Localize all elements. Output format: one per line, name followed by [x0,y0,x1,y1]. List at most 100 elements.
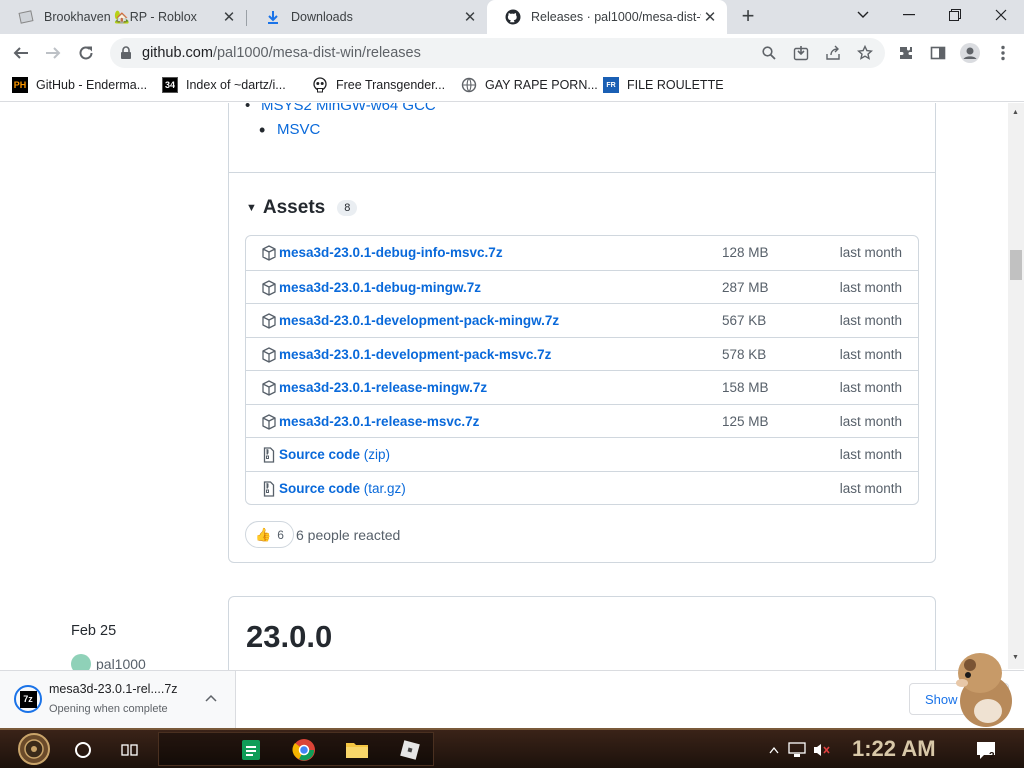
scrollbar-thumb[interactable] [1010,250,1022,280]
asset-size: 128 MB [722,245,769,260]
lock-icon[interactable] [120,46,132,65]
menu-kebab-icon[interactable] [993,43,1013,63]
address-bar[interactable]: github.com/pal1000/mesa-dist-win/release… [110,38,885,68]
asset-size: 567 KB [722,313,767,328]
show-hidden-icons-chevron-icon[interactable] [764,735,784,765]
asset-row: mesa3d-23.0.1-release-msvc.7z 125 MB last … [246,403,918,438]
close-icon[interactable]: ✕ [220,8,238,26]
asset-link[interactable]: mesa3d-23.0.1-debug-info-msvc.7z [279,245,503,260]
bookmark-favicon-icon: PH [12,77,28,93]
volume-muted-icon[interactable] [810,735,834,765]
profile-avatar-icon[interactable] [960,43,980,63]
bookmark-item[interactable]: PH GitHub - Enderma... [12,77,147,93]
tab-releases[interactable]: Releases · pal1000/mesa-dist-w ✕ [487,0,727,34]
chevron-up-icon[interactable] [205,689,217,707]
assets-toggle[interactable]: ▼ Assets 8 [246,197,358,219]
side-panel-icon[interactable] [928,43,948,63]
cortana-icon[interactable] [67,735,99,765]
package-icon [261,313,277,329]
tab-downloads[interactable]: Downloads ✕ [247,0,487,34]
download-item[interactable]: 7z mesa3d-23.0.1-rel....7z Opening when … [0,671,236,728]
chrome-app-icon[interactable] [288,735,320,765]
assets-table: mesa3d-23.0.1-debug-info-msvc.7z 128 MB la… [245,235,919,505]
roblox-app-icon[interactable] [394,735,426,765]
asset-link[interactable]: mesa3d-23.0.1-development-pack-mingw.7z [279,313,559,328]
scrollbar[interactable]: ▲ ▼ [1008,103,1024,669]
sheets-app-icon[interactable] [235,735,267,765]
reaction-summary: 6 people reacted [296,527,401,543]
bookmark-label: Free Transgender... [336,78,446,92]
restore-icon[interactable] [932,0,978,30]
file-explorer-icon[interactable] [341,735,373,765]
asset-size: 287 MB [722,279,769,295]
asset-link[interactable]: Source code (zip) [279,447,390,462]
asset-date: last month [839,447,902,462]
tab-roblox[interactable]: Brookhaven 🏡RP - Roblox ✕ [0,0,246,34]
close-icon[interactable]: ✕ [461,8,479,26]
network-icon[interactable] [785,735,809,765]
new-tab-button[interactable]: + [736,3,760,28]
notification-center-icon[interactable]: 2 [970,735,1002,765]
download-status: Opening when complete [49,703,168,715]
browser-toolbar: github.com/pal1000/mesa-dist-win/release… [0,34,1024,71]
asset-date: last month [839,245,902,260]
build-list-partial[interactable]: • MSYS2 MinGW-w64 GCC [245,103,436,114]
reaction-button[interactable]: 👍 6 [245,521,294,548]
reload-button[interactable] [73,40,99,66]
release-date: Feb 25 [71,623,117,639]
bookmark-item[interactable]: Free Transgender... [312,77,445,93]
build-list-item[interactable]: • MSVC [259,120,320,140]
close-window-icon[interactable] [978,0,1024,30]
skull-icon [312,77,328,93]
release-version-title[interactable]: 23.0.0 [246,619,332,655]
start-button[interactable] [16,732,52,766]
bookmark-label: GAY RAPE PORN... [485,78,598,92]
svg-text:2: 2 [989,751,995,761]
back-button[interactable] [8,40,34,66]
search-icon[interactable] [760,44,778,62]
forward-button[interactable] [40,40,66,66]
bookmark-star-icon[interactable] [856,44,874,62]
assets-heading: Assets [262,197,326,218]
package-icon [261,245,277,261]
package-icon [261,380,277,396]
extensions-icon[interactable] [896,43,916,63]
bookmark-item[interactable]: 34 Index of ~dartz/i... [162,77,286,93]
asset-row: mesa3d-23.0.1-release-mingw.7z 158 MB last… [246,370,918,404]
asset-link[interactable]: mesa3d-23.0.1-release-msvc.7z [279,414,479,429]
bookmark-item[interactable]: GAY RAPE PORN... [461,77,598,93]
download-filename: mesa3d-23.0.1-rel....7z [49,682,178,696]
share-icon[interactable] [824,44,842,62]
7zip-file-icon: 7z [19,690,37,708]
package-icon [261,346,277,363]
asset-row: mesa3d-23.0.1-debug-info-msvc.7z 128 MB la… [246,236,918,270]
globe-icon [461,77,477,93]
clock[interactable]: 1:22 AM [852,736,936,762]
bookmark-favicon-icon: 34 [162,77,178,93]
asset-row: Source code (tar.gz) last month [246,470,918,505]
asset-link[interactable]: Source code (tar.gz) [279,481,406,496]
asset-link[interactable]: mesa3d-23.0.1-debug-mingw.7z [279,280,481,295]
tab-search-chevron-icon[interactable] [840,0,886,30]
package-icon [261,413,277,430]
asset-date: last month [839,279,902,295]
asset-row: Source code (zip) last month [246,437,918,471]
task-view-icon[interactable] [114,735,146,765]
close-icon[interactable]: ✕ [701,8,719,26]
asset-size: 125 MB [722,413,769,429]
assets-count-badge: 8 [337,200,358,216]
install-app-icon[interactable] [792,44,810,62]
bookmark-label: GitHub - Enderma... [36,78,148,92]
asset-row: mesa3d-23.0.1-debug-mingw.7z 287 MB last m… [246,269,918,304]
tab-title: Releases · pal1000/mesa-dist-w [531,10,701,24]
thumbs-up-icon: 👍 [255,526,272,542]
asset-row: mesa3d-23.0.1-development-pack-mingw.7z 5… [246,303,918,337]
asset-date: last month [839,480,902,496]
hamster-overlay-image [948,645,1018,729]
asset-link[interactable]: mesa3d-23.0.1-release-mingw.7z [279,380,487,395]
bookmark-item[interactable]: FR FILE ROULETTE [603,77,724,93]
scroll-up-arrow-icon[interactable]: ▲ [1012,109,1019,116]
minimize-icon[interactable] [886,0,932,30]
asset-link[interactable]: mesa3d-23.0.1-development-pack-msvc.7z [279,347,551,362]
roblox-page-icon [18,9,34,25]
